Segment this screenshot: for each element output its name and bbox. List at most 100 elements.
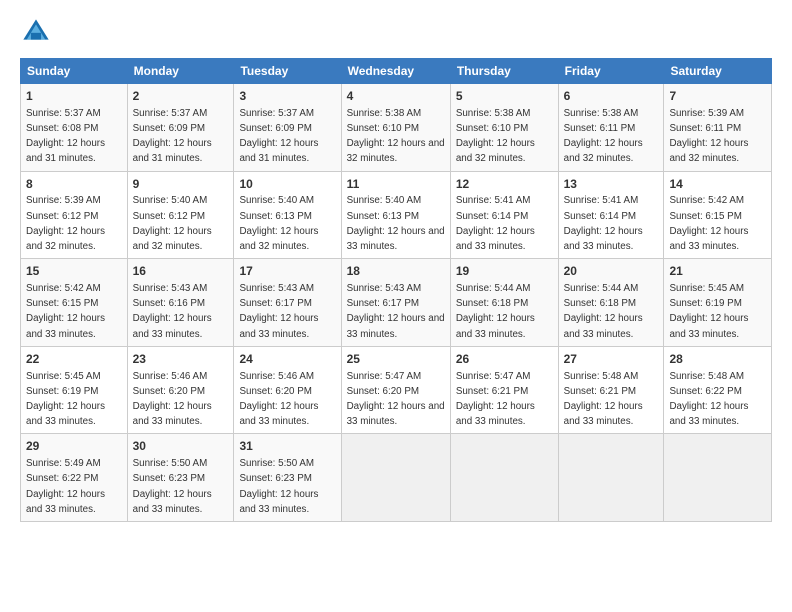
day-cell: 6 Sunrise: 5:38 AMSunset: 6:11 PMDaylight… <box>558 84 664 172</box>
day-info: Sunrise: 5:37 AMSunset: 6:09 PMDaylight:… <box>133 108 212 165</box>
day-number: 14 <box>669 176 766 193</box>
day-number: 19 <box>456 263 553 280</box>
day-cell: 14Sunrise: 5:42 AMSunset: 6:15 PMDayligh… <box>664 171 772 259</box>
day-cell: 16 Sunrise: 5:43 AMSunset: 6:16 PMDayligh… <box>127 259 234 347</box>
day-info: Sunrise: 5:43 AMSunset: 6:17 PMDaylight:… <box>347 283 445 340</box>
day-info: Sunrise: 5:48 AMSunset: 6:21 PMDaylight:… <box>564 371 643 428</box>
day-cell: 29 Sunrise: 5:49 AMSunset: 6:22 PMDayligh… <box>21 434 128 522</box>
day-number: 12 <box>456 176 553 193</box>
day-info: Sunrise: 5:38 AMSunset: 6:10 PMDaylight:… <box>347 108 445 165</box>
day-cell: 22Sunrise: 5:45 AMSunset: 6:19 PMDayligh… <box>21 346 128 434</box>
day-info: Sunrise: 5:44 AMSunset: 6:18 PMDaylight:… <box>564 283 643 340</box>
day-number: 15 <box>26 263 122 280</box>
day-info: Sunrise: 5:43 AMSunset: 6:16 PMDaylight:… <box>133 283 212 340</box>
day-number: 30 <box>133 438 229 455</box>
day-number: 28 <box>669 351 766 368</box>
logo-icon <box>20 16 52 48</box>
col-header-thursday: Thursday <box>450 59 558 84</box>
day-cell: 5 Sunrise: 5:38 AMSunset: 6:10 PMDaylight… <box>450 84 558 172</box>
day-info: Sunrise: 5:46 AMSunset: 6:20 PMDaylight:… <box>239 371 318 428</box>
day-cell: 7 Sunrise: 5:39 AMSunset: 6:11 PMDaylight… <box>664 84 772 172</box>
day-cell: 21 Sunrise: 5:45 AMSunset: 6:19 PMDayligh… <box>664 259 772 347</box>
col-header-wednesday: Wednesday <box>341 59 450 84</box>
day-info: Sunrise: 5:47 AMSunset: 6:20 PMDaylight:… <box>347 371 445 428</box>
day-cell: 9 Sunrise: 5:40 AMSunset: 6:12 PMDaylight… <box>127 171 234 259</box>
day-cell: 19 Sunrise: 5:44 AMSunset: 6:18 PMDayligh… <box>450 259 558 347</box>
day-cell: 10 Sunrise: 5:40 AMSunset: 6:13 PMDayligh… <box>234 171 341 259</box>
day-number: 17 <box>239 263 335 280</box>
day-cell: 1 Sunrise: 5:37 AMSunset: 6:08 PMDaylight… <box>21 84 128 172</box>
week-row-1: 1 Sunrise: 5:37 AMSunset: 6:08 PMDaylight… <box>21 84 772 172</box>
day-info: Sunrise: 5:41 AMSunset: 6:14 PMDaylight:… <box>564 195 643 252</box>
day-number: 18 <box>347 263 445 280</box>
day-number: 3 <box>239 88 335 105</box>
week-row-3: 15 Sunrise: 5:42 AMSunset: 6:15 PMDayligh… <box>21 259 772 347</box>
col-header-tuesday: Tuesday <box>234 59 341 84</box>
day-number: 13 <box>564 176 659 193</box>
day-info: Sunrise: 5:48 AMSunset: 6:22 PMDaylight:… <box>669 371 748 428</box>
day-cell: 17Sunrise: 5:43 AMSunset: 6:17 PMDayligh… <box>234 259 341 347</box>
day-number: 26 <box>456 351 553 368</box>
day-number: 9 <box>133 176 229 193</box>
col-header-sunday: Sunday <box>21 59 128 84</box>
day-cell: 30 Sunrise: 5:50 AMSunset: 6:23 PMDayligh… <box>127 434 234 522</box>
day-number: 25 <box>347 351 445 368</box>
calendar-table: SundayMondayTuesdayWednesdayThursdayFrid… <box>20 58 772 522</box>
day-info: Sunrise: 5:38 AMSunset: 6:10 PMDaylight:… <box>456 108 535 165</box>
day-number: 6 <box>564 88 659 105</box>
day-info: Sunrise: 5:50 AMSunset: 6:23 PMDaylight:… <box>133 458 212 515</box>
day-number: 31 <box>239 438 335 455</box>
day-info: Sunrise: 5:47 AMSunset: 6:21 PMDaylight:… <box>456 371 535 428</box>
day-number: 4 <box>347 88 445 105</box>
day-info: Sunrise: 5:37 AMSunset: 6:09 PMDaylight:… <box>239 108 318 165</box>
day-number: 27 <box>564 351 659 368</box>
day-info: Sunrise: 5:40 AMSunset: 6:12 PMDaylight:… <box>133 195 212 252</box>
day-info: Sunrise: 5:39 AMSunset: 6:11 PMDaylight:… <box>669 108 748 165</box>
day-info: Sunrise: 5:50 AMSunset: 6:23 PMDaylight:… <box>239 458 318 515</box>
day-info: Sunrise: 5:44 AMSunset: 6:18 PMDaylight:… <box>456 283 535 340</box>
day-number: 29 <box>26 438 122 455</box>
day-number: 21 <box>669 263 766 280</box>
day-cell <box>558 434 664 522</box>
day-number: 1 <box>26 88 122 105</box>
day-cell: 4 Sunrise: 5:38 AMSunset: 6:10 PMDaylight… <box>341 84 450 172</box>
day-info: Sunrise: 5:42 AMSunset: 6:15 PMDaylight:… <box>26 283 105 340</box>
day-cell <box>450 434 558 522</box>
day-info: Sunrise: 5:49 AMSunset: 6:22 PMDaylight:… <box>26 458 105 515</box>
day-number: 22 <box>26 351 122 368</box>
day-cell: 25 Sunrise: 5:47 AMSunset: 6:20 PMDayligh… <box>341 346 450 434</box>
day-info: Sunrise: 5:37 AMSunset: 6:08 PMDaylight:… <box>26 108 105 165</box>
day-cell: 31 Sunrise: 5:50 AMSunset: 6:23 PMDayligh… <box>234 434 341 522</box>
day-cell: 24 Sunrise: 5:46 AMSunset: 6:20 PMDayligh… <box>234 346 341 434</box>
day-info: Sunrise: 5:46 AMSunset: 6:20 PMDaylight:… <box>133 371 212 428</box>
day-cell <box>664 434 772 522</box>
day-cell: 13 Sunrise: 5:41 AMSunset: 6:14 PMDayligh… <box>558 171 664 259</box>
day-number: 10 <box>239 176 335 193</box>
day-info: Sunrise: 5:40 AMSunset: 6:13 PMDaylight:… <box>347 195 445 252</box>
day-cell: 26 Sunrise: 5:47 AMSunset: 6:21 PMDayligh… <box>450 346 558 434</box>
col-header-monday: Monday <box>127 59 234 84</box>
week-row-4: 22Sunrise: 5:45 AMSunset: 6:19 PMDayligh… <box>21 346 772 434</box>
day-number: 24 <box>239 351 335 368</box>
col-header-friday: Friday <box>558 59 664 84</box>
day-number: 5 <box>456 88 553 105</box>
week-row-2: 8Sunrise: 5:39 AMSunset: 6:12 PMDaylight… <box>21 171 772 259</box>
day-info: Sunrise: 5:39 AMSunset: 6:12 PMDaylight:… <box>26 195 105 252</box>
day-info: Sunrise: 5:38 AMSunset: 6:11 PMDaylight:… <box>564 108 643 165</box>
day-number: 2 <box>133 88 229 105</box>
day-cell: 11Sunrise: 5:40 AMSunset: 6:13 PMDayligh… <box>341 171 450 259</box>
header-row: SundayMondayTuesdayWednesdayThursdayFrid… <box>21 59 772 84</box>
day-info: Sunrise: 5:40 AMSunset: 6:13 PMDaylight:… <box>239 195 318 252</box>
day-cell: 20Sunrise: 5:44 AMSunset: 6:18 PMDayligh… <box>558 259 664 347</box>
day-cell: 27 Sunrise: 5:48 AMSunset: 6:21 PMDayligh… <box>558 346 664 434</box>
week-row-5: 29 Sunrise: 5:49 AMSunset: 6:22 PMDayligh… <box>21 434 772 522</box>
col-header-saturday: Saturday <box>664 59 772 84</box>
day-cell: 28 Sunrise: 5:48 AMSunset: 6:22 PMDayligh… <box>664 346 772 434</box>
header <box>20 16 772 48</box>
day-number: 16 <box>133 263 229 280</box>
day-number: 7 <box>669 88 766 105</box>
day-number: 23 <box>133 351 229 368</box>
day-cell: 12Sunrise: 5:41 AMSunset: 6:14 PMDayligh… <box>450 171 558 259</box>
day-info: Sunrise: 5:45 AMSunset: 6:19 PMDaylight:… <box>669 283 748 340</box>
page: SundayMondayTuesdayWednesdayThursdayFrid… <box>0 0 792 612</box>
